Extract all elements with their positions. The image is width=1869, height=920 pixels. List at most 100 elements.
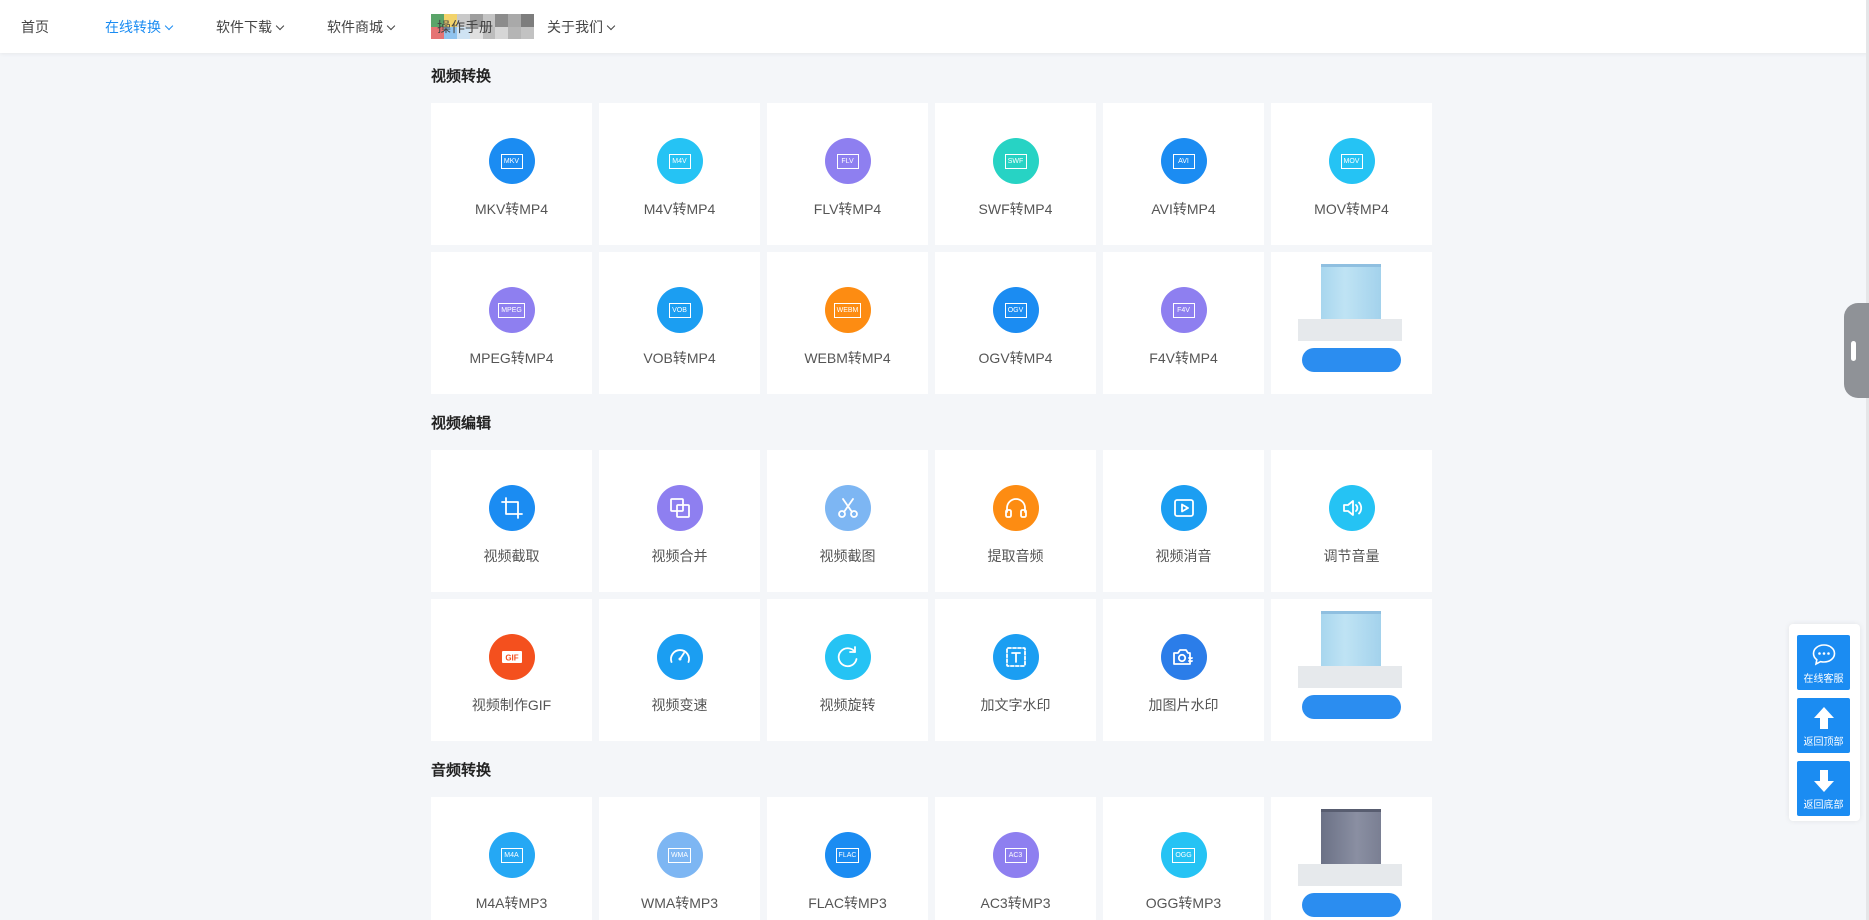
nav-item-0[interactable]: 首页: [21, 17, 49, 37]
format-tag: M4A: [500, 847, 523, 863]
tool-grid: MKV MKV转MP4 M4V M4V转MP4 FLV FLV转MP4 SWF SWF转MP4…: [431, 103, 1435, 394]
tool-label: MPEG转MP4: [469, 350, 554, 366]
chevron-down-icon: [386, 21, 396, 30]
scissors-icon: [824, 485, 871, 531]
tool-label: AVI转MP4: [1151, 201, 1216, 217]
promo-button[interactable]: [1302, 348, 1401, 372]
webm-icon: WEBM: [824, 287, 871, 333]
tool-card[interactable]: 视频旋转: [767, 599, 928, 741]
tool-card[interactable]: F4V F4V转MP4: [1103, 252, 1264, 394]
tool-card[interactable]: M4V M4V转MP4: [599, 103, 760, 245]
online-service-button[interactable]: 在线客服: [1797, 635, 1850, 690]
promo-card[interactable]: [1271, 599, 1432, 741]
crop-icon: [488, 485, 535, 531]
tool-label: 视频制作GIF: [471, 697, 552, 713]
tool-label: FLAC转MP3: [808, 895, 887, 911]
tool-label: 视频截图: [819, 548, 876, 564]
promo-text: [1298, 319, 1402, 341]
tool-label: VOB转MP4: [643, 350, 716, 366]
headphones-icon: [992, 485, 1039, 531]
nav-item-5[interactable]: 关于我们: [547, 17, 616, 37]
promo-text: [1298, 666, 1402, 688]
promo-image: [1321, 809, 1381, 865]
tool-card[interactable]: GIF 视频制作GIF: [431, 599, 592, 741]
vob-icon: VOB: [656, 287, 703, 333]
back-to-top-label: 返回顶部: [1803, 737, 1844, 748]
format-tag: SWF: [1004, 153, 1027, 169]
top-header: 首页 在线转换 软件下载 软件商城 操作手册 关于我们: [0, 0, 1869, 53]
promo-button[interactable]: [1302, 695, 1401, 719]
promo-button[interactable]: [1302, 893, 1401, 917]
format-tag: F4V: [1172, 302, 1195, 318]
tool-card[interactable]: FLAC FLAC转MP3: [767, 797, 928, 920]
format-tag: MKV: [500, 153, 523, 169]
tool-card[interactable]: AC3 AC3转MP3: [935, 797, 1096, 920]
tool-card[interactable]: FLV FLV转MP4: [767, 103, 928, 245]
tool-card[interactable]: 调节音量: [1271, 450, 1432, 592]
tool-card[interactable]: MKV MKV转MP4: [431, 103, 592, 245]
tool-card[interactable]: 提取音频: [935, 450, 1096, 592]
section-title: 视频编辑: [431, 415, 492, 432]
nav-item-3[interactable]: 软件商城: [327, 17, 396, 37]
nav-item-4[interactable]: 操作手册: [437, 17, 493, 37]
promo-card[interactable]: [1271, 252, 1432, 394]
back-to-bottom-label: 返回底部: [1803, 800, 1844, 811]
tool-label: 视频消音: [1155, 548, 1212, 564]
tool-card[interactable]: OGG OGG转MP3: [1103, 797, 1264, 920]
nav-item-1[interactable]: 在线转换: [105, 17, 174, 37]
tool-card[interactable]: M4A M4A转MP3: [431, 797, 592, 920]
tool-card[interactable]: AVI AVI转MP4: [1103, 103, 1264, 245]
tool-card[interactable]: 视频变速: [599, 599, 760, 741]
tool-card[interactable]: 视频截取: [431, 450, 592, 592]
promo-image: [1321, 264, 1381, 320]
flv-icon: FLV: [824, 138, 871, 184]
tool-card[interactable]: VOB VOB转MP4: [599, 252, 760, 394]
nav-item-label: 关于我们: [547, 19, 603, 35]
section-title: 音频转换: [431, 762, 492, 779]
tool-card[interactable]: MPEG MPEG转MP4: [431, 252, 592, 394]
tool-grid: M4A M4A转MP3 WMA WMA转MP3 FLAC FLAC转MP3 AC3 AC3转M…: [431, 797, 1435, 920]
tool-label: MKV转MP4: [474, 201, 549, 217]
chevron-down-icon: [606, 21, 616, 30]
promo-text: [1298, 864, 1402, 886]
promo-card[interactable]: [1271, 797, 1432, 920]
tool-card[interactable]: WMA WMA转MP3: [599, 797, 760, 920]
m4v-icon: M4V: [656, 138, 703, 184]
format-tag: M4V: [668, 153, 691, 169]
mpeg-icon: MPEG: [488, 287, 535, 333]
wma-icon: WMA: [656, 832, 703, 878]
online-service-label: 在线客服: [1803, 674, 1844, 685]
tool-label: 视频合并: [651, 548, 708, 564]
section-title: 视频转换: [431, 68, 492, 85]
tool-label: F4V转MP4: [1149, 350, 1218, 366]
tool-label: MOV转MP4: [1314, 201, 1389, 217]
tool-card[interactable]: 视频截图: [767, 450, 928, 592]
tool-label: FLV转MP4: [813, 201, 882, 217]
volume-icon: [1328, 485, 1375, 531]
arrow-down-icon: [1813, 769, 1835, 793]
ac3-icon: AC3: [992, 832, 1039, 878]
back-to-bottom-button[interactable]: 返回底部: [1797, 761, 1850, 816]
nav-item-label: 首页: [21, 19, 49, 35]
tool-card[interactable]: OGV OGV转MP4: [935, 252, 1096, 394]
ogg-icon: OGG: [1160, 832, 1207, 878]
tool-card[interactable]: 加图片水印: [1103, 599, 1264, 741]
tool-card[interactable]: MOV MOV转MP4: [1271, 103, 1432, 245]
back-to-top-button[interactable]: 返回顶部: [1797, 698, 1850, 753]
tool-label: WEBM转MP4: [804, 350, 891, 366]
merge-icon: [656, 485, 703, 531]
tool-label: 调节音量: [1323, 548, 1380, 564]
tool-card[interactable]: 视频消音: [1103, 450, 1264, 592]
tool-label: 视频截取: [483, 548, 540, 564]
tool-card[interactable]: WEBM WEBM转MP4: [767, 252, 928, 394]
text-watermark-icon: [992, 634, 1039, 680]
tool-grid: 视频截取 视频合并 视频截图 提取音频 视频消音 调节音量 GIF 视频制作GIF 视频变速 视频…: [431, 450, 1435, 741]
chevron-down-icon: [164, 21, 174, 30]
scrollbar-handle[interactable]: [1844, 303, 1869, 398]
nav-item-label: 软件商城: [327, 19, 383, 35]
tool-card[interactable]: SWF SWF转MP4: [935, 103, 1096, 245]
nav-item-2[interactable]: 软件下载: [216, 17, 285, 37]
tool-card[interactable]: 视频合并: [599, 450, 760, 592]
swf-icon: SWF: [992, 138, 1039, 184]
tool-card[interactable]: 加文字水印: [935, 599, 1096, 741]
